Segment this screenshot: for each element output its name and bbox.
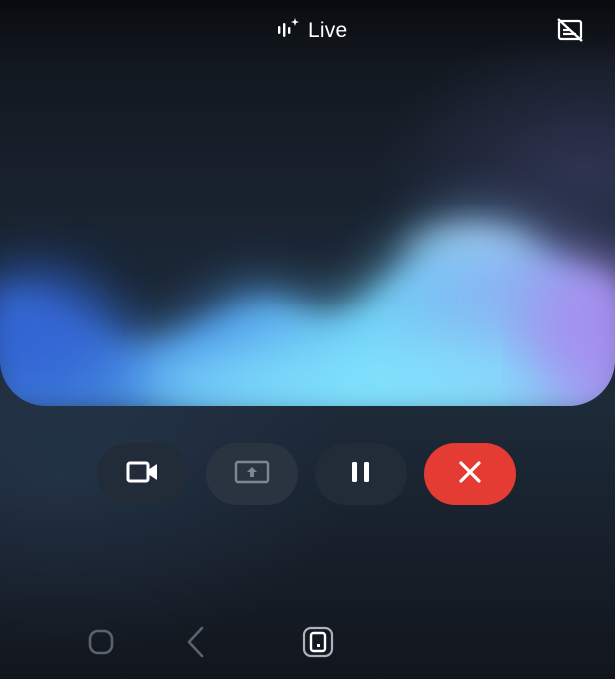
share-screen-button[interactable] [206,443,298,505]
home-rounded-square-icon [86,627,116,662]
nav-home-button[interactable] [83,626,119,662]
pause-button[interactable] [315,443,407,505]
captions-off-icon [556,17,584,48]
live-title: Live [276,16,347,46]
pause-icon [349,460,373,489]
page-title: Live [308,19,348,42]
video-camera-icon [126,460,160,489]
screen-share-icon [234,459,270,490]
call-controls [97,443,516,505]
camera-button[interactable] [97,443,189,505]
end-call-button[interactable] [424,443,516,505]
back-chevron-icon [182,625,210,664]
close-icon [458,460,482,489]
sparkle-waveform-icon [276,17,300,46]
system-nav-bar [0,618,615,670]
nav-back-button[interactable] [178,626,214,662]
captions-off-button[interactable] [555,17,585,47]
recents-phone-icon [301,625,335,664]
nav-recents-button[interactable] [300,626,336,662]
